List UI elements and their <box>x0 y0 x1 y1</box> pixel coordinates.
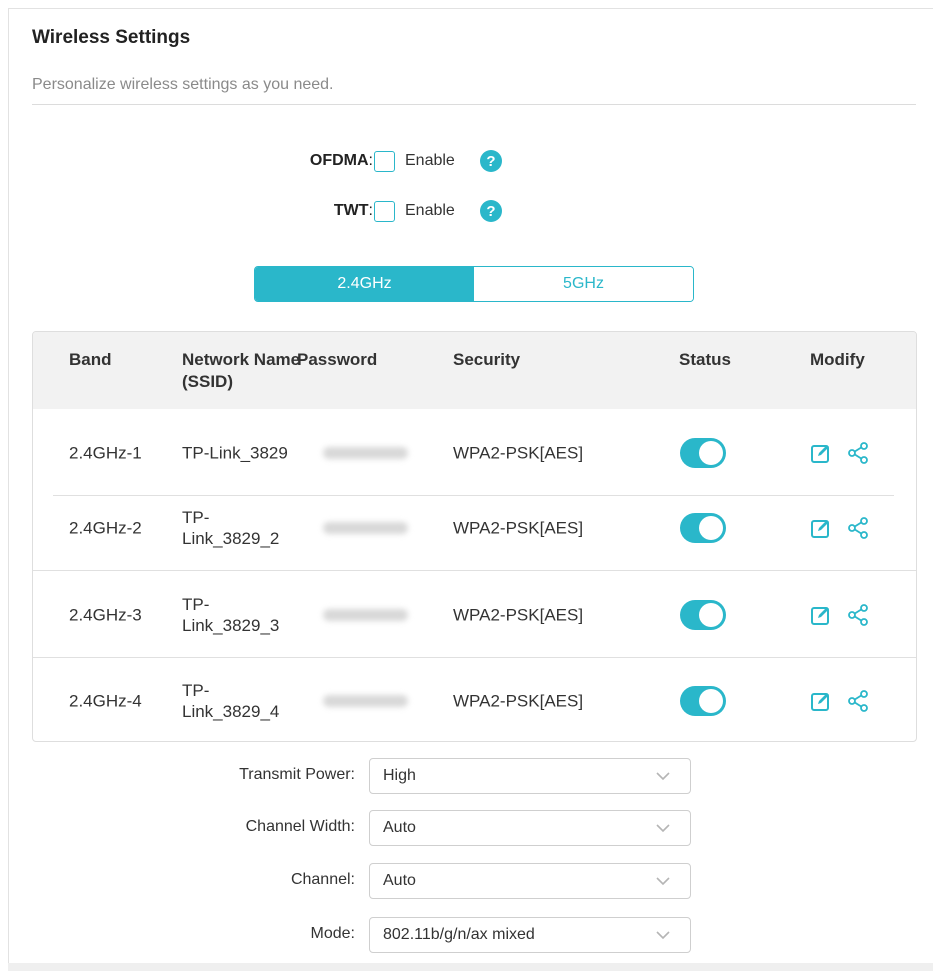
row-band: 2.4GHz-1 <box>69 443 142 462</box>
ofdma-label: OFDMA: <box>309 152 373 169</box>
row-ssid: TP- Link_3829_3 <box>182 594 279 636</box>
channel-label: Channel: <box>290 871 355 888</box>
channel-width-field: Channel Width: Auto <box>0 810 933 846</box>
page-bottom-edge <box>8 963 933 971</box>
status-toggle[interactable] <box>680 599 726 630</box>
row-ssid-line2: Link_3829_2 <box>182 528 280 548</box>
row-ssid: TP-Link_3829 <box>182 442 288 463</box>
channel-field: Channel: Auto <box>0 863 933 899</box>
twt-enable-label[interactable]: Enable <box>405 202 455 220</box>
chevron-down-icon <box>656 772 670 781</box>
table-row: 2.4GHz-2 TP- Link_3829_2 WPA2-PSK[AES] <box>33 484 916 571</box>
header-security: Security <box>453 350 521 369</box>
row-band: 2.4GHz-2 <box>69 518 142 537</box>
transmit-power-field: Transmit Power: High <box>0 758 933 794</box>
chevron-down-icon <box>656 877 670 886</box>
ofdma-enable-label[interactable]: Enable <box>405 152 455 170</box>
twt-label: TWT: <box>333 202 373 219</box>
row-security: WPA2-PSK[AES] <box>453 518 584 537</box>
ofdma-row: OFDMA: Enable ? <box>0 147 933 175</box>
toggle-knob <box>699 515 723 540</box>
header-ssid-line1: Network Name <box>182 350 301 369</box>
row-ssid: TP- Link_3829_4 <box>182 680 279 722</box>
edit-icon[interactable] <box>810 604 832 626</box>
share-icon[interactable] <box>846 689 870 713</box>
mode-label: Mode: <box>310 925 355 942</box>
header-status: Status <box>679 350 731 369</box>
divider <box>32 104 916 105</box>
page-subtitle: Personalize wireless settings as you nee… <box>32 76 334 93</box>
row-security: WPA2-PSK[AES] <box>453 443 584 462</box>
header-band: Band <box>69 350 112 369</box>
tab-2-4ghz[interactable]: 2.4GHz <box>255 267 474 301</box>
status-toggle[interactable] <box>680 512 726 543</box>
header-modify: Modify <box>810 350 865 369</box>
row-ssid-line1: TP-Link_3829 <box>182 443 288 462</box>
row-ssid-line1: TP- <box>182 507 210 527</box>
header-ssid: Network Name (SSID) <box>182 349 300 393</box>
table-header: Band Network Name (SSID) Password Securi… <box>33 332 916 409</box>
toggle-knob <box>699 688 723 713</box>
row-ssid-line1: TP- <box>182 594 210 614</box>
toggle-knob <box>699 602 723 627</box>
wireless-network-table: Band Network Name (SSID) Password Securi… <box>32 331 917 742</box>
help-icon[interactable]: ? <box>480 150 502 172</box>
twt-row: TWT: Enable ? <box>0 197 933 225</box>
toggle-knob <box>699 440 723 465</box>
status-toggle[interactable] <box>680 685 726 716</box>
mode-select[interactable]: 802.11b/g/n/ax mixed <box>369 917 691 953</box>
edit-icon[interactable] <box>810 517 832 539</box>
password-masked <box>323 521 408 534</box>
mode-value: 802.11b/g/n/ax mixed <box>383 926 535 943</box>
password-masked <box>323 446 408 459</box>
header-ssid-line2: (SSID) <box>182 372 233 391</box>
tab-5ghz[interactable]: 5GHz <box>474 267 693 301</box>
table-row: 2.4GHz-4 TP- Link_3829_4 WPA2-PSK[AES] <box>33 657 916 741</box>
help-icon[interactable]: ? <box>480 200 502 222</box>
row-ssid-line2: Link_3829_4 <box>182 701 280 721</box>
ofdma-enable-checkbox[interactable] <box>374 150 395 172</box>
channel-width-value: Auto <box>383 819 416 836</box>
edit-icon[interactable] <box>810 442 832 464</box>
status-toggle[interactable] <box>680 437 726 468</box>
channel-select[interactable]: Auto <box>369 863 691 899</box>
header-password: Password <box>297 350 378 369</box>
channel-value: Auto <box>383 872 416 889</box>
transmit-power-label: Transmit Power: <box>239 766 355 783</box>
row-ssid-line2: Link_3829_3 <box>182 615 280 635</box>
share-icon[interactable] <box>846 516 870 540</box>
channel-width-select[interactable]: Auto <box>369 810 691 846</box>
channel-width-label: Channel Width: <box>245 818 355 835</box>
row-band: 2.4GHz-4 <box>69 691 142 710</box>
chevron-down-icon <box>656 824 670 833</box>
chevron-down-icon <box>656 931 670 940</box>
table-row: 2.4GHz-3 TP- Link_3829_3 WPA2-PSK[AES] <box>33 571 916 658</box>
row-security: WPA2-PSK[AES] <box>453 605 584 624</box>
page-title: Wireless Settings <box>32 27 191 48</box>
twt-enable-checkbox[interactable] <box>374 200 395 222</box>
transmit-power-value: High <box>383 767 416 784</box>
band-tabs: 2.4GHz 5GHz <box>254 266 694 302</box>
password-masked <box>323 694 408 707</box>
edit-icon[interactable] <box>810 690 832 712</box>
share-icon[interactable] <box>846 441 870 465</box>
row-band: 2.4GHz-3 <box>69 605 142 624</box>
mode-field: Mode: 802.11b/g/n/ax mixed <box>0 917 933 953</box>
transmit-power-select[interactable]: High <box>369 758 691 794</box>
table-row: 2.4GHz-1 TP-Link_3829 WPA2-PSK[AES] <box>33 409 916 496</box>
row-ssid-line1: TP- <box>182 680 210 700</box>
row-security: WPA2-PSK[AES] <box>453 691 584 710</box>
row-ssid: TP- Link_3829_2 <box>182 507 279 549</box>
password-masked <box>323 608 408 621</box>
share-icon[interactable] <box>846 603 870 627</box>
